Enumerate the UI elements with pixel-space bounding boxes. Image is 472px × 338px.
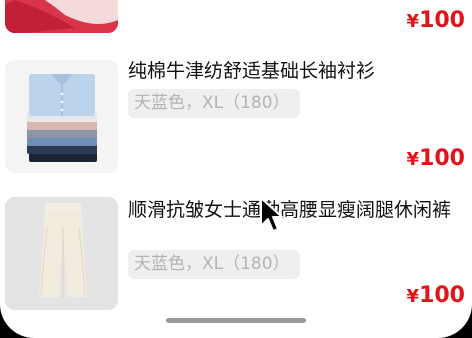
item-spec[interactable]: 天蓝色，XL（180）: [128, 89, 300, 118]
wide-leg-pants-image: [5, 197, 118, 310]
item-title: 顺滑抗皱女士通勤高腰显瘦阔腿休闲裤: [128, 199, 452, 221]
home-indicator[interactable]: [166, 318, 306, 323]
item-price: ¥100: [406, 283, 465, 308]
red-shirt-image: [5, 0, 118, 33]
item-spec[interactable]: 天蓝色，XL（180）: [128, 250, 300, 279]
order-list-screen: ¥100 纯棉牛津纺舒适基础长袖衬衫 天蓝色，XL（180） ¥100 顺滑抗皱…: [0, 0, 472, 338]
item-price: ¥100: [406, 146, 465, 171]
item-title: 纯棉牛津纺舒适基础长袖衬衫: [128, 60, 376, 82]
folded-shirts-image: [5, 60, 118, 173]
item-price: ¥100: [406, 8, 465, 33]
mouse-pointer-icon: [260, 197, 283, 232]
